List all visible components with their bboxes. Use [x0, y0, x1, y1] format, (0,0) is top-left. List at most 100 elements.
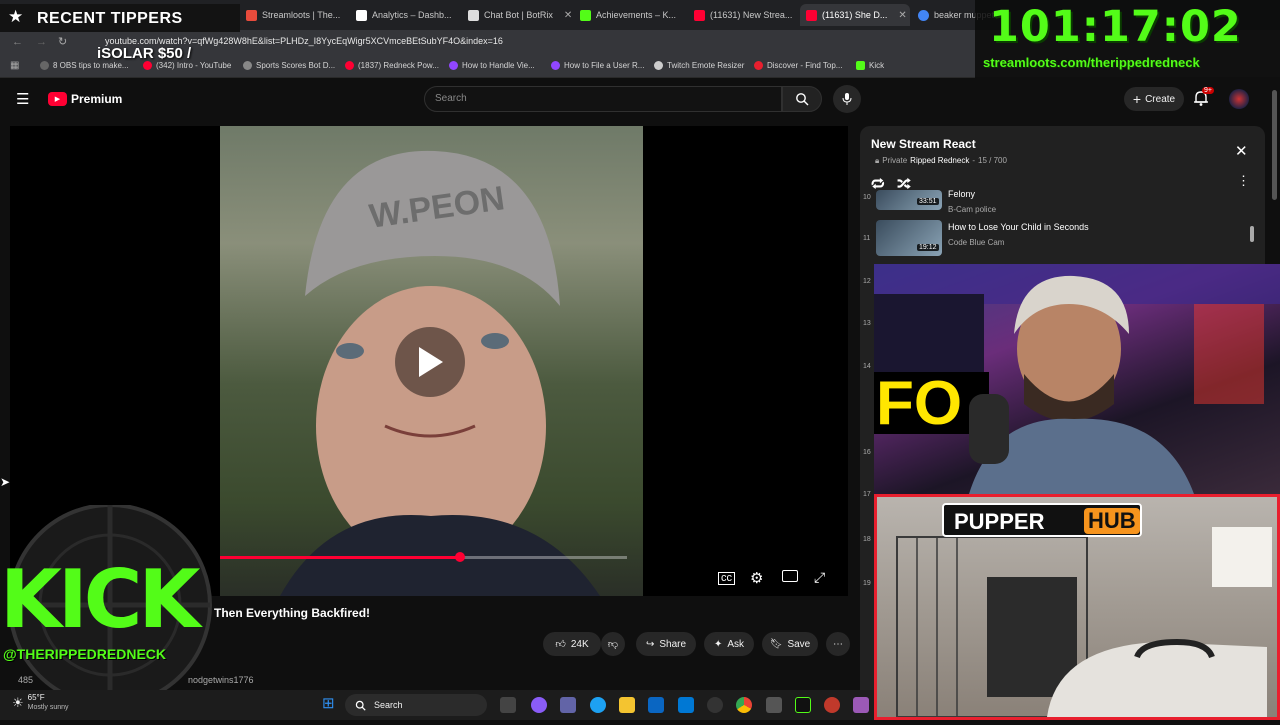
kick-favicon-icon [856, 61, 865, 70]
bookmark-favicon-icon [754, 61, 763, 70]
tab-label: Analytics – Dashb... [372, 10, 452, 20]
playlist-item-channel[interactable]: Code Blue Cam [948, 238, 1004, 247]
save-button[interactable]: 🔖︎ Save [762, 632, 818, 656]
thumbs-down-icon: 👎︎ [607, 639, 619, 650]
bookmark-item[interactable]: Kick [856, 61, 884, 70]
streamerbot-icon[interactable] [824, 697, 840, 713]
playlist-title[interactable]: New Stream React [871, 137, 976, 151]
search-button[interactable] [782, 86, 822, 112]
reload-icon[interactable]: ↻ [58, 35, 67, 48]
playlist-item-index: 17 [863, 491, 871, 498]
weather-temp: 65°F [27, 693, 45, 702]
play-button[interactable] [395, 327, 465, 397]
fullscreen-icon[interactable]: ⤢ [814, 569, 825, 586]
store-icon[interactable] [648, 697, 664, 713]
kick-favicon-icon [580, 9, 591, 21]
playlist-item-index: 11 [863, 235, 871, 242]
search-icon [355, 700, 366, 711]
progress-fill [220, 556, 461, 559]
youtube-premium-logo[interactable]: ▶ Premium [48, 92, 122, 106]
svg-text:FO: FO [876, 369, 962, 438]
taskbar-search[interactable]: Search [345, 694, 487, 716]
edge-icon[interactable] [590, 697, 606, 713]
streamloots-favicon-icon [246, 9, 257, 21]
pupper-hub-logo: PUPPER HUB [942, 503, 1142, 537]
file-explorer-icon[interactable] [619, 697, 635, 713]
playlist-item-channel[interactable]: B-Cam police [948, 205, 996, 214]
pupper-hub-cam: PUPPER HUB [874, 494, 1280, 720]
lock-icon: 🔒︎ [875, 156, 880, 165]
bookmark-item[interactable]: Sports Scores Bot D... [243, 61, 335, 70]
playlist-menu-icon[interactable]: ⋮ [1237, 173, 1250, 189]
plus-icon: + [1132, 91, 1142, 107]
close-tab-icon[interactable]: ✕ [564, 10, 572, 21]
playlist-owner[interactable]: Ripped Redneck [910, 156, 969, 166]
app-icon[interactable] [766, 697, 782, 713]
theater-mode-icon[interactable] [782, 570, 798, 582]
page-scrollbar-thumb[interactable] [1272, 90, 1277, 200]
windows-start-icon[interactable]: ⊞ [322, 694, 335, 712]
forward-arrow-icon[interactable]: → [36, 36, 47, 48]
share-button[interactable]: ↪ Share [636, 632, 696, 656]
bookmark-item[interactable]: 8 OBS tips to make... [40, 61, 129, 70]
tab-streamloots[interactable]: Streamloots | The... ✕ [240, 4, 350, 26]
playlist-scrollbar-thumb[interactable] [1250, 226, 1254, 242]
obs-icon[interactable] [707, 697, 723, 713]
video-title: Then Everything Backfired! [214, 606, 371, 620]
teams-icon[interactable] [560, 697, 576, 713]
bookmark-favicon-icon [243, 61, 252, 70]
tab-active-video[interactable]: (11631) She D... ✕ [800, 4, 910, 26]
bookmark-item[interactable]: Discover - Find Top... [754, 61, 842, 70]
tab-label: (11631) New Strea... [710, 10, 793, 20]
avatar[interactable] [1229, 89, 1249, 109]
close-playlist-icon[interactable]: ✕ [1235, 142, 1248, 160]
youtube-favicon-icon [143, 61, 152, 70]
task-view-icon[interactable] [500, 697, 516, 713]
captions-icon[interactable]: cc [718, 572, 735, 585]
weather-widget[interactable]: ☀ 65°F Mostly sunny [12, 693, 69, 713]
streamloots-url: streamloots.com/therippedredneck [983, 55, 1200, 70]
youtube-play-logo-icon: ▶ [48, 92, 67, 106]
playlist-item-title[interactable]: Felony [948, 189, 975, 199]
settings-gear-icon[interactable]: ⚙ [750, 569, 763, 587]
share-arrow-icon: ↪ [645, 638, 655, 650]
dislike-button[interactable]: 👎︎ [601, 632, 625, 656]
search-placeholder: Search [435, 93, 467, 104]
bookmark-item[interactable]: How to File a User R... [551, 61, 644, 70]
app-icon[interactable] [853, 697, 869, 713]
tab-new-stream[interactable]: (11631) New Strea... ✕ [688, 4, 800, 26]
playlist-item-index: 12 [863, 278, 871, 285]
playlist-item-title[interactable]: How to Lose Your Child in Seconds [948, 222, 1089, 232]
ask-button[interactable]: ✦ Ask [704, 632, 754, 656]
notifications-button[interactable]: 9+ [1192, 87, 1214, 112]
streamer-webcam: FO [874, 264, 1280, 494]
back-arrow-icon[interactable]: ← [12, 36, 23, 48]
terminal-icon[interactable] [795, 697, 811, 713]
tab-achievements[interactable]: Achievements – K... ✕ [574, 4, 686, 26]
menu-hamburger-icon[interactable]: ☰ [16, 90, 29, 108]
like-button[interactable]: 👍︎ 24K [543, 632, 601, 656]
bookmark-item[interactable]: (1837) Redneck Pow... [345, 61, 439, 70]
more-actions-button[interactable]: ⋯ [826, 632, 850, 656]
bookmark-favicon-icon [40, 61, 49, 70]
bookmark-item[interactable]: Twitch Emote Resizer [654, 61, 744, 70]
create-button[interactable]: + Create [1124, 87, 1184, 111]
timer-value: 101:17:02 [989, 2, 1242, 52]
bookmark-icon: 🔖︎ [769, 638, 783, 650]
search-input[interactable]: Search [424, 86, 782, 112]
bookmark-item[interactable]: (342) Intro - YouTube [143, 61, 231, 70]
recent-tippers-overlay: ★ RECENT TIPPERS [0, 4, 240, 32]
premium-label: Premium [71, 92, 123, 106]
voice-search-button[interactable] [833, 85, 861, 113]
chrome-icon[interactable] [736, 697, 752, 713]
outlook-icon[interactable] [678, 697, 694, 713]
close-tab-icon[interactable]: ✕ [898, 10, 906, 21]
playlist-position: 15 / 700 [978, 156, 1007, 165]
twitch-favicon-icon [449, 61, 458, 70]
apps-grid-icon[interactable]: ▦ [10, 60, 19, 71]
youtube-favicon-icon [345, 61, 354, 70]
bookmark-item[interactable]: How to Handle Vie... [449, 61, 535, 70]
tab-botrix[interactable]: Chat Bot | BotRix ✕ [462, 4, 572, 26]
copilot-icon[interactable] [531, 697, 547, 713]
tab-analytics[interactable]: Analytics – Dashb... ✕ [350, 4, 460, 26]
